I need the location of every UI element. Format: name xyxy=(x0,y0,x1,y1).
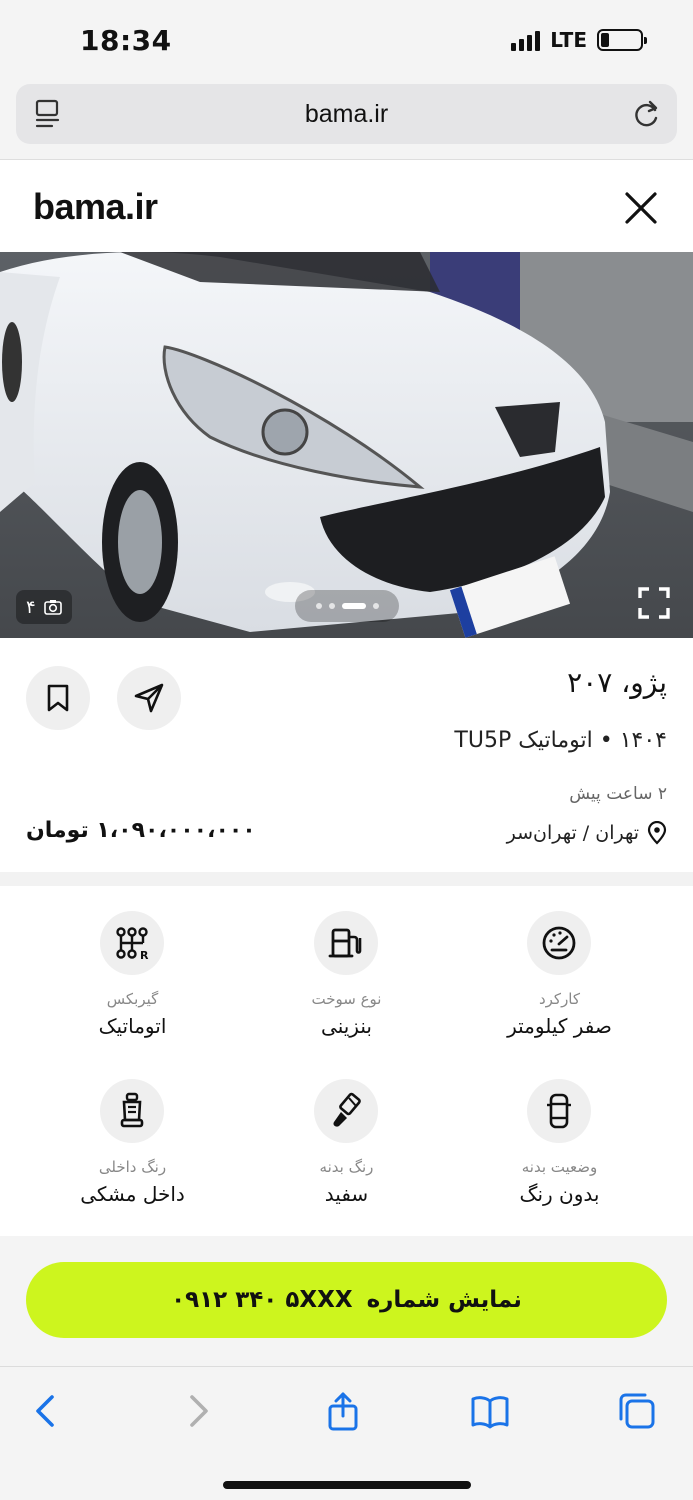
spec-value: بنزینی xyxy=(321,1014,372,1038)
listing-subtitle: ۱۴۰۴ • اتوماتیک TU5P xyxy=(454,728,667,753)
url-text: bama.ir xyxy=(304,99,389,128)
forward-icon[interactable] xyxy=(178,1391,218,1431)
reader-mode-icon[interactable] xyxy=(34,99,62,129)
phone-number: ۰۹۱۲ ۳۴۰ ۵XXX xyxy=(171,1287,353,1313)
pagination-dot[interactable] xyxy=(328,603,335,609)
back-icon[interactable] xyxy=(26,1391,66,1431)
status-indicators: LTE xyxy=(511,28,647,52)
contact-bar: نمایش شماره ۰۹۱۲ ۳۴۰ ۵XXX xyxy=(0,1236,693,1366)
listing-price: ۱،۰۹۰،۰۰۰،۰۰۰ تومان xyxy=(26,818,256,843)
status-bar: 18:34 LTE xyxy=(0,0,693,84)
speedometer-icon xyxy=(527,911,591,975)
car-seat-icon xyxy=(100,1079,164,1143)
spec-mileage: کارکرد صفر کیلومتر xyxy=(444,886,675,1054)
spec-interior-color: رنگ داخلی داخل مشکی xyxy=(17,1054,248,1222)
spec-value: داخل مشکی xyxy=(80,1182,185,1206)
network-type: LTE xyxy=(550,28,587,52)
camera-icon xyxy=(43,600,62,615)
spec-body-color: رنگ بدنه سفید xyxy=(231,1054,462,1222)
pagination-dot-active[interactable] xyxy=(341,603,366,609)
tabs-icon[interactable] xyxy=(617,1391,657,1431)
spec-label: رنگ داخلی xyxy=(98,1158,167,1176)
spec-label: کارکرد xyxy=(538,990,581,1008)
car-photo-gallery[interactable]: ۴ xyxy=(0,252,693,638)
reload-icon[interactable] xyxy=(631,98,661,130)
gearbox-icon: R xyxy=(100,911,164,975)
listing-location: تهران / تهران‌سر xyxy=(507,821,667,845)
spec-label: وضعیت بدنه xyxy=(521,1158,598,1176)
spec-value: سفید xyxy=(324,1182,369,1206)
listing-details: پژو، ۲۰۷ ۱۴۰۴ • اتوماتیک TU5P ۲ ساعت پیش… xyxy=(0,638,693,872)
cellular-signal-icon xyxy=(511,29,541,51)
bookmark-icon xyxy=(47,684,69,712)
location-pin-icon xyxy=(647,821,667,845)
spec-label: نوع سوخت xyxy=(311,990,382,1008)
show-phone-label: نمایش شماره xyxy=(366,1287,522,1313)
home-indicator xyxy=(223,1481,471,1489)
photo-count-badge: ۴ xyxy=(16,590,72,624)
spec-value: بدون رنگ xyxy=(519,1182,600,1206)
posted-time: ۲ ساعت پیش xyxy=(569,784,667,804)
fuel-pump-icon xyxy=(314,911,378,975)
svg-text:R: R xyxy=(140,949,149,962)
spec-value: صفر کیلومتر xyxy=(507,1014,612,1038)
close-icon[interactable] xyxy=(621,188,661,228)
site-logo[interactable]: bama.ir xyxy=(33,186,158,228)
browser-address-area: bama.ir xyxy=(0,84,693,160)
section-divider xyxy=(0,872,693,886)
status-time: 18:34 xyxy=(80,24,172,57)
paint-brush-icon xyxy=(314,1079,378,1143)
spec-label: رنگ بدنه xyxy=(319,1158,374,1176)
spec-fuel: نوع سوخت بنزینی xyxy=(231,886,462,1054)
photo-count: ۴ xyxy=(26,596,36,618)
specs-grid: کارکرد صفر کیلومتر نوع سوخت بنزینی R گیر… xyxy=(0,886,693,1236)
battery-icon xyxy=(597,29,647,51)
battery-level xyxy=(601,33,609,47)
car-body-icon xyxy=(527,1079,591,1143)
share-icon[interactable] xyxy=(323,1391,363,1431)
site-header: bama.ir xyxy=(0,160,693,252)
send-icon xyxy=(134,683,164,713)
fullscreen-icon[interactable] xyxy=(637,586,671,620)
bookmarks-icon[interactable] xyxy=(470,1391,510,1431)
pagination-dot[interactable] xyxy=(372,603,379,609)
spec-value: اتوماتیک xyxy=(98,1014,167,1038)
spec-gearbox: R گیربکس اتوماتیک xyxy=(17,886,248,1054)
show-phone-button[interactable]: نمایش شماره ۰۹۱۲ ۳۴۰ ۵XXX xyxy=(26,1262,667,1338)
car-photo xyxy=(0,252,693,638)
address-bar[interactable]: bama.ir xyxy=(16,84,677,144)
gallery-pagination[interactable] xyxy=(295,590,399,622)
browser-toolbar xyxy=(0,1366,693,1500)
spec-label: گیربکس xyxy=(106,990,159,1008)
bookmark-button[interactable] xyxy=(26,666,90,730)
spec-body-condition: وضعیت بدنه بدون رنگ xyxy=(444,1054,675,1222)
location-text: تهران / تهران‌سر xyxy=(506,822,639,844)
listing-title: پژو، ۲۰۷ xyxy=(567,666,667,699)
pagination-dot[interactable] xyxy=(315,603,322,609)
share-button[interactable] xyxy=(117,666,181,730)
